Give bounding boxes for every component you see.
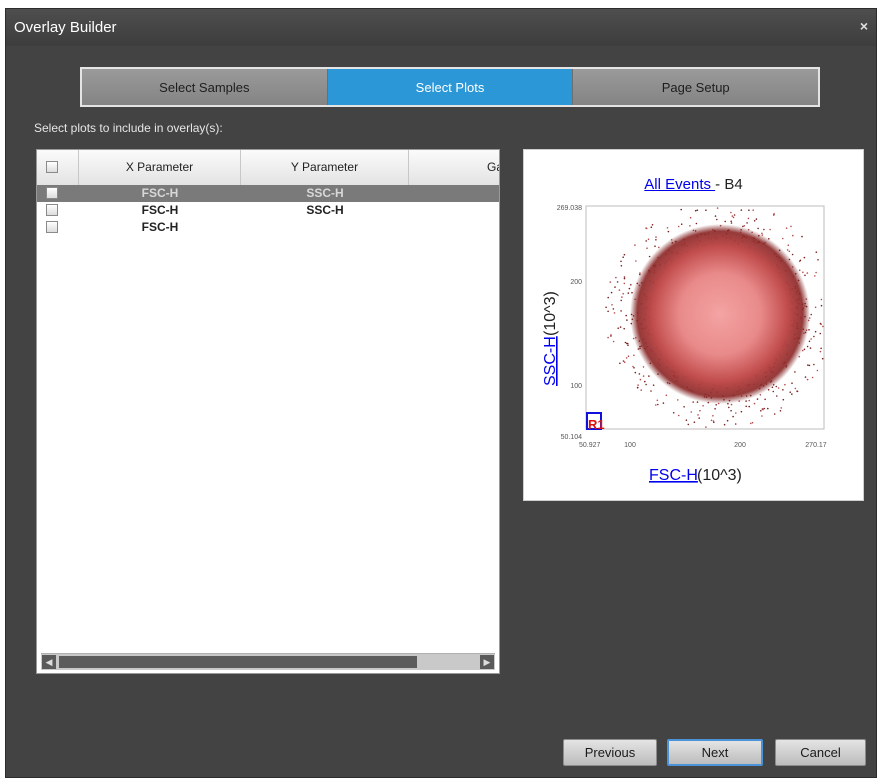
x-parameter-cell: FSC-H (141, 220, 179, 234)
x-tick: 270.17 (805, 442, 827, 449)
y-tick: 100 (570, 383, 582, 390)
plots-table: X Parameter Y Parameter Ga FSC-H SSC-H F… (36, 149, 500, 674)
y-axis-link[interactable]: SSC-H (542, 336, 559, 386)
x-parameter-cell: FSC-H (141, 203, 179, 217)
title-bar: Overlay Builder × (6, 9, 876, 46)
x-parameter-cell: FSC-H (141, 186, 179, 200)
y-parameter-cell: SSC-H (306, 186, 344, 200)
horizontal-scrollbar[interactable]: ◀ ▶ (41, 653, 495, 670)
y-tick: 269.038 (557, 205, 582, 212)
plot-preview: All Events - B4 R1 269.038 200 100 50.10… (523, 149, 864, 501)
close-icon[interactable]: × (860, 18, 868, 34)
y-parameter-cell: SSC-H (306, 203, 344, 217)
table-row[interactable]: FSC-H SSC-H (37, 202, 499, 219)
column-header-x-parameter[interactable]: X Parameter (79, 150, 241, 185)
header-checkbox-cell (37, 150, 79, 185)
x-ticks: 50.927 100 200 270.17 (579, 442, 827, 449)
tab-select-samples[interactable]: Select Samples (82, 69, 328, 105)
scrollbar-thumb[interactable] (59, 656, 417, 668)
tab-page-setup[interactable]: Page Setup (573, 69, 819, 105)
table-header: X Parameter Y Parameter Ga (37, 150, 499, 186)
x-axis-link[interactable]: FSC-H (649, 467, 698, 484)
window-title: Overlay Builder (14, 19, 117, 36)
x-tick: 200 (734, 442, 746, 449)
arrow-left-icon[interactable]: ◀ (42, 655, 56, 669)
tab-select-plots[interactable]: Select Plots (327, 69, 574, 105)
column-header-gate[interactable]: Ga (409, 150, 499, 185)
row-checkbox[interactable] (46, 187, 58, 199)
event-cloud (630, 224, 810, 404)
row-checkbox[interactable] (46, 221, 58, 233)
table-row[interactable]: FSC-H (37, 219, 499, 236)
gate-r1-label: R1 (588, 417, 605, 432)
arrow-right-icon[interactable]: ▶ (480, 655, 494, 669)
overlay-builder-window: Overlay Builder × Select Samples Select … (5, 8, 877, 778)
scatter-plot: R1 269.038 200 100 50.104 50.927 100 200… (542, 205, 827, 484)
y-tick: 200 (570, 279, 582, 286)
y-ticks: 269.038 200 100 50.104 (557, 205, 582, 441)
row-checkbox[interactable] (46, 204, 58, 216)
wizard-tabs: Select Samples Select Plots Page Setup (80, 67, 820, 107)
next-button[interactable]: Next (667, 739, 763, 766)
instruction-label: Select plots to include in overlay(s): (34, 121, 223, 135)
cancel-button[interactable]: Cancel (775, 739, 866, 766)
column-header-y-parameter[interactable]: Y Parameter (241, 150, 409, 185)
table-row[interactable]: FSC-H SSC-H (37, 185, 499, 202)
x-tick: 50.927 (579, 442, 601, 449)
y-axis-unit: (10^3) (542, 291, 559, 336)
select-all-checkbox[interactable] (46, 161, 58, 173)
y-tick: 50.104 (561, 434, 583, 441)
previous-button[interactable]: Previous (563, 739, 657, 766)
x-tick: 100 (624, 442, 636, 449)
x-axis-unit: (10^3) (697, 467, 742, 484)
